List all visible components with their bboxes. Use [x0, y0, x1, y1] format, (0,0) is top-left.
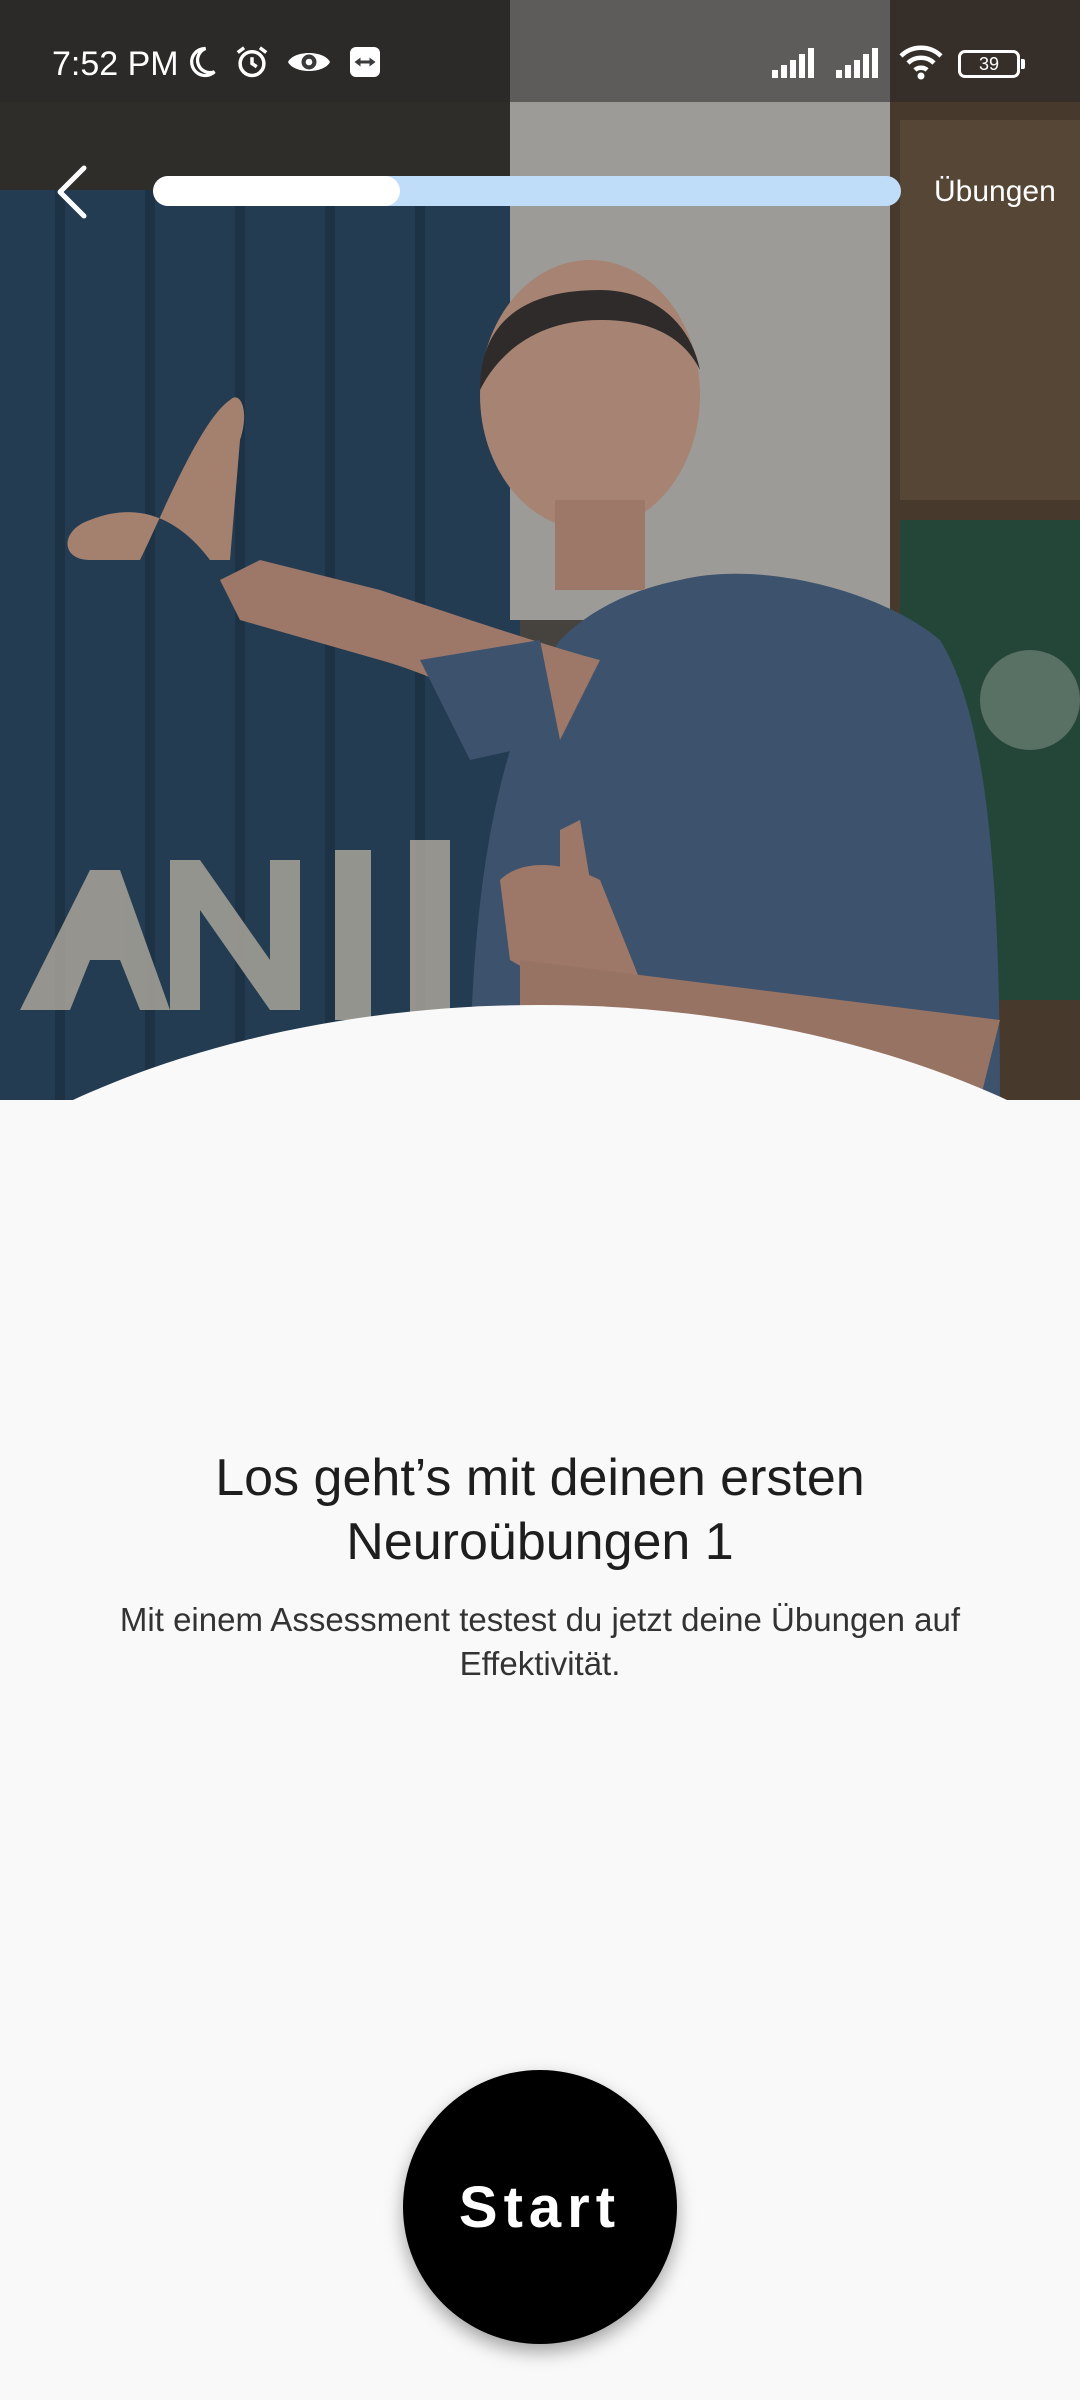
moon-icon — [183, 44, 219, 85]
page-description: Mit einem Assessment testest du jetzt de… — [119, 1601, 961, 1682]
start-button[interactable]: Start — [403, 2070, 677, 2344]
battery-icon: 39 — [958, 50, 1025, 78]
alarm-icon — [233, 43, 271, 86]
page-title: Los geht’s mit deinen ersten Neuroübunge… — [215, 1449, 865, 1571]
eye-icon — [285, 44, 333, 85]
wifi-icon — [898, 44, 944, 85]
screen: 7:52 PM 39 Übungen Los geht’s mit deinen… — [0, 0, 1080, 2400]
back-button[interactable] — [44, 158, 100, 226]
status-icons-left — [183, 44, 383, 84]
status-bar: 7:52 PM 39 — [0, 0, 1080, 102]
teamviewer-icon — [347, 44, 383, 85]
hero-photo-illustration — [0, 0, 1080, 1100]
chevron-left-icon — [57, 165, 87, 219]
progress-label: Übungen — [934, 175, 1056, 208]
signal-bars-icon — [834, 46, 884, 83]
signal-bars-icon — [770, 46, 820, 83]
progress-fill — [153, 176, 400, 206]
status-time: 7:52 PM — [52, 45, 179, 83]
status-icons-right: 39 — [770, 44, 1025, 85]
hero-image — [0, 0, 1080, 1100]
progress-bar — [153, 176, 901, 206]
